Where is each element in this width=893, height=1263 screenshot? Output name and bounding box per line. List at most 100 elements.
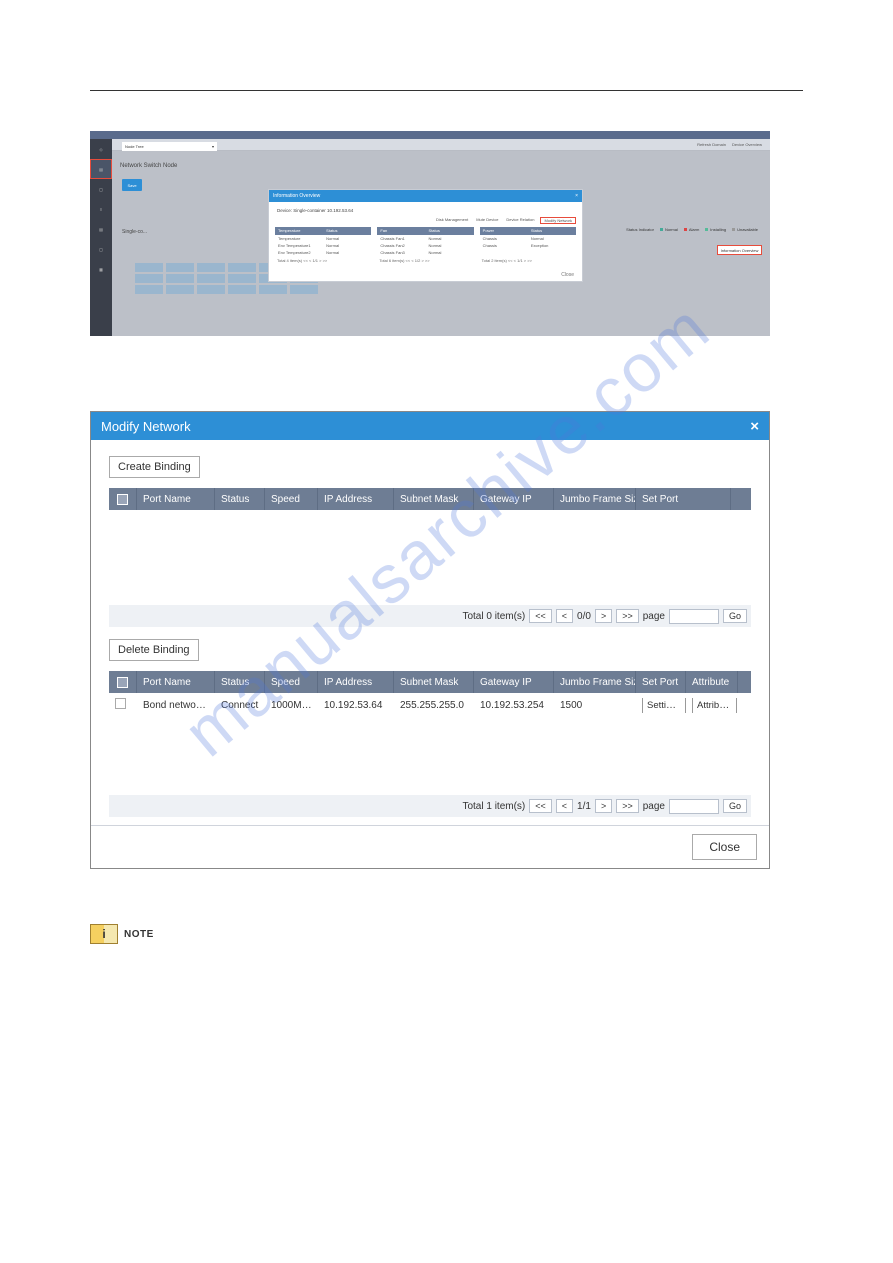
table2-header: Port Name Status Speed IP Address Subnet… xyxy=(109,671,751,693)
dialog-title: Modify Network xyxy=(101,419,191,434)
pager-last[interactable]: >> xyxy=(616,609,639,623)
table1-pager: Total 0 item(s) << < 0/0 > >> page Go xyxy=(109,605,751,627)
table2-body-empty xyxy=(109,717,751,795)
sidebar: ◇ ▤ ▢ ≡ ▤ ▢ ▦ xyxy=(90,139,112,336)
sidebar-item[interactable]: ▢ xyxy=(90,179,112,199)
section-divider xyxy=(90,90,803,91)
overview-screenshot: ◇ ▤ ▢ ≡ ▤ ▢ ▦ Node Tree ▾ Refresh Domain… xyxy=(90,131,770,336)
th-subnet: Subnet Mask xyxy=(394,488,474,510)
device-label: Device: Single-container 10.192.53.64 xyxy=(269,202,582,217)
top-links: Refresh Domain Device Overview xyxy=(697,142,762,147)
chevron-down-icon: ▾ xyxy=(212,144,214,149)
cell-ip: 10.192.53.64 xyxy=(318,698,394,713)
pager-prev[interactable]: < xyxy=(556,609,573,623)
sidebar-item[interactable]: ▤ xyxy=(90,219,112,239)
sidebar-item[interactable]: ≡ xyxy=(90,199,112,219)
temperature-panel: TemperatureStatus TemperatureNormal Env … xyxy=(275,227,371,265)
select-all-checkbox[interactable] xyxy=(117,494,128,505)
pager-total: Total 1 item(s) xyxy=(462,801,525,812)
save-button[interactable]: Save xyxy=(122,179,142,191)
modal-header: Information Overview × xyxy=(269,190,582,202)
status-legend: Status Indicator Normal Alarm Installing… xyxy=(626,227,758,232)
dialog-footer: Close xyxy=(91,825,769,868)
th-jumbo: Jumbo Frame Size xyxy=(554,488,636,510)
attribute-button[interactable]: Attribute xyxy=(692,698,737,713)
th-setport: Set Port xyxy=(636,488,731,510)
th-speed: Speed xyxy=(265,671,318,693)
settings-button[interactable]: Settings xyxy=(642,698,686,713)
pager-next[interactable]: > xyxy=(595,609,612,623)
pager-input[interactable] xyxy=(669,609,719,624)
node-tree-label: Node Tree xyxy=(125,144,144,149)
note-callout: i NOTE xyxy=(90,924,803,944)
pager-go-button[interactable]: Go xyxy=(723,799,747,813)
cell-speed: 1000Mb/s xyxy=(265,698,318,713)
cell-subnet: 255.255.255.0 xyxy=(394,698,474,713)
pager-prev[interactable]: < xyxy=(556,799,573,813)
delete-binding-button[interactable]: Delete Binding xyxy=(109,639,199,661)
node-tree-select[interactable]: Node Tree ▾ xyxy=(122,142,217,151)
information-overview-button[interactable]: Information Overview xyxy=(717,245,762,255)
th-port-name: Port Name xyxy=(137,671,215,693)
pager-input[interactable] xyxy=(669,799,719,814)
th-attribute: Attribute xyxy=(686,671,738,693)
table2-pager: Total 1 item(s) << < 1/1 > >> page Go xyxy=(109,795,751,817)
tab-mute[interactable]: Mute Device xyxy=(474,217,500,224)
th-port-name: Port Name xyxy=(137,488,215,510)
pager-first[interactable]: << xyxy=(529,609,552,623)
close-icon[interactable]: × xyxy=(750,418,759,435)
th-ip: IP Address xyxy=(318,488,394,510)
tab-relation[interactable]: Device Relation xyxy=(504,217,536,224)
dialog-header: Modify Network × xyxy=(91,412,769,440)
refresh-domain-link[interactable]: Refresh Domain xyxy=(697,142,726,147)
create-binding-button[interactable]: Create Binding xyxy=(109,456,200,478)
th-subnet: Subnet Mask xyxy=(394,671,474,693)
device-overview-link[interactable]: Device Overview xyxy=(732,142,762,147)
th-gateway: Gateway IP xyxy=(474,488,554,510)
pager-go-button[interactable]: Go xyxy=(723,609,747,623)
pager-label: page xyxy=(643,611,665,622)
th-setport: Set Port xyxy=(636,671,686,693)
sidebar-item-active[interactable]: ▤ xyxy=(90,159,112,179)
single-container-label: Single-co... xyxy=(122,229,147,235)
table1-body xyxy=(109,510,751,605)
close-button[interactable]: Close xyxy=(692,834,757,860)
info-overview-modal: Information Overview × Device: Single-co… xyxy=(268,189,583,282)
close-icon[interactable]: × xyxy=(575,193,578,199)
row-checkbox[interactable] xyxy=(115,698,126,709)
pager-info: 1/1 xyxy=(577,801,591,812)
sidebar-item-overview[interactable]: ◇ xyxy=(90,139,112,159)
table-row: Bond network in... Connect 1000Mb/s 10.1… xyxy=(109,693,751,717)
th-speed: Speed xyxy=(265,488,318,510)
cell-port: Bond network in... xyxy=(137,698,215,713)
note-label: NOTE xyxy=(124,929,154,940)
th-gateway: Gateway IP xyxy=(474,671,554,693)
table1-header: Port Name Status Speed IP Address Subnet… xyxy=(109,488,751,510)
modify-network-dialog: Modify Network × Create Binding Port Nam… xyxy=(90,411,770,869)
pager-next[interactable]: > xyxy=(595,799,612,813)
modal-tabs: Disk Management Mute Device Device Relat… xyxy=(269,217,582,227)
cell-status: Connect xyxy=(215,698,265,713)
modal-title: Information Overview xyxy=(273,193,320,199)
th-jumbo: Jumbo Frame Size xyxy=(554,671,636,693)
network-switch-title: Network Switch Node xyxy=(120,163,177,169)
cell-gateway: 10.192.53.254 xyxy=(474,698,554,713)
pager-label: page xyxy=(643,801,665,812)
pager-first[interactable]: << xyxy=(529,799,552,813)
note-icon: i xyxy=(90,924,118,944)
modal-close-button[interactable]: Close xyxy=(269,269,582,281)
cell-jumbo: 1500 xyxy=(554,698,636,713)
power-panel: PowerStatus ChassisNormal ChassisExcepti… xyxy=(480,227,576,265)
tab-modify-network[interactable]: Modify Network xyxy=(540,217,576,224)
sidebar-item[interactable]: ▢ xyxy=(90,239,112,259)
pager-info: 0/0 xyxy=(577,611,591,622)
sidebar-item[interactable]: ▦ xyxy=(90,259,112,279)
th-ip: IP Address xyxy=(318,671,394,693)
th-status: Status xyxy=(215,488,265,510)
th-status: Status xyxy=(215,671,265,693)
pager-total: Total 0 item(s) xyxy=(462,611,525,622)
tab-disk[interactable]: Disk Management xyxy=(434,217,470,224)
fan-panel: FanStatus Chassis Fan1Normal Chassis Fan… xyxy=(377,227,473,265)
select-all-checkbox[interactable] xyxy=(117,677,128,688)
pager-last[interactable]: >> xyxy=(616,799,639,813)
